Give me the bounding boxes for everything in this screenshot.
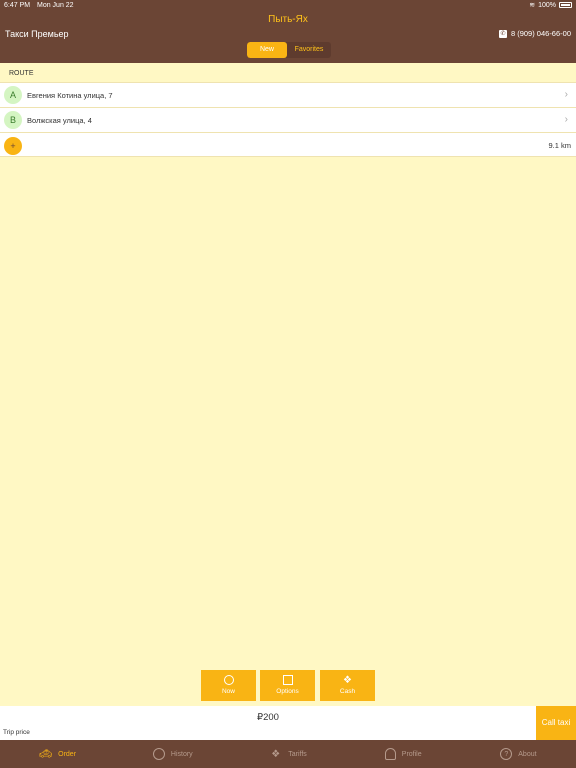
clock-icon [152,748,165,760]
stop-letter-a: A [4,86,22,104]
route-distance: 9.1 km [548,141,571,150]
person-icon [384,748,396,760]
taxi-icon: 🚕︎ [39,748,52,760]
chevron-right-icon: › [564,89,568,100]
call-taxi-button[interactable]: Call taxi [536,706,576,740]
route-section-header: ROUTE [0,63,576,83]
tab-about[interactable]: ? About [461,740,576,768]
money-icon: ❖ [271,748,281,760]
phone-link[interactable]: ✆ 8 (909) 046-66-00 [498,29,571,38]
stop-letter-b: B [4,111,22,129]
status-indicators: ≋ 100% [529,1,572,9]
battery-icon [559,2,572,8]
tab-new[interactable]: New [247,42,287,58]
status-date: Mon Jun 22 [37,2,74,9]
cash-icon: ❖ [343,675,352,686]
company-name: Такси Премьер [5,29,69,39]
tab-history[interactable]: History [115,740,230,768]
status-time: 6:47 PM [4,2,31,9]
cash-label: Cash [339,688,356,695]
battery-percent: 100% [538,1,556,9]
tab-order[interactable]: 🚕︎ Order [0,740,115,768]
app-header: Пыть-Ях Такси Премьер ✆ 8 (909) 046-66-0… [0,12,576,63]
options-icon [282,675,293,685]
tab-profile-label: Profile [401,750,422,758]
now-button[interactable]: Now [201,670,256,701]
stop-address-b: Волжская улица, 4 [27,116,92,125]
add-stop-button[interactable]: + [4,137,22,155]
city-title[interactable]: Пыть-Ях [0,14,576,25]
route-label: ROUTE [9,70,34,77]
tab-history-label: History [170,750,193,758]
chevron-right-icon: › [564,114,568,125]
tab-favorites[interactable]: Favorites [287,42,331,58]
tab-profile[interactable]: Profile [346,740,461,768]
tab-order-label: Order [58,750,77,758]
trip-price-value: ₽200 [257,712,279,723]
now-label: Now [221,688,235,695]
tab-tariffs-label: Tariffs [288,750,307,758]
tab-about-label: About [518,750,537,758]
route-stop-b[interactable]: B Волжская улица, 4 › [0,107,576,132]
route-stop-a[interactable]: A Евгения Котина улица, 7 › [0,82,576,107]
stop-address-a: Евгения Котина улица, 7 [27,91,113,100]
options-label: Options [276,688,299,695]
phone-number: 8 (909) 046-66-00 [510,29,571,38]
question-icon: ? [500,748,513,760]
order-tabs: New Favorites [247,42,331,58]
bottom-tab-bar: 🚕︎ Order History ❖ Tariffs Profile ? Abo… [0,740,576,768]
phone-icon: ✆ [498,29,507,38]
wifi-icon: ≋ [529,2,536,9]
cash-button[interactable]: ❖ Cash [320,670,375,701]
status-bar: 6:47 PM Mon Jun 22 ≋ 100% [0,0,576,12]
add-stop-row: + 9.1 km [0,132,576,157]
trip-price-label: Trip price [3,729,30,736]
clock-icon [223,675,234,685]
tab-tariffs[interactable]: ❖ Tariffs [230,740,345,768]
price-bar: ₽200 Trip price Call taxi [0,706,576,740]
options-button[interactable]: Options [260,670,315,701]
